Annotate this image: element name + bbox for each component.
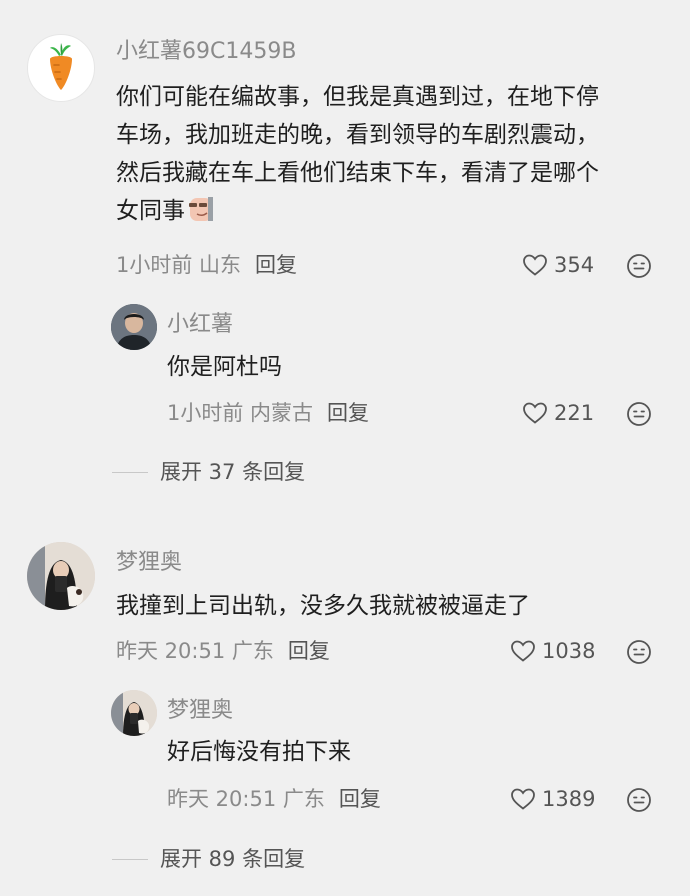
comment-line: 然后我藏在车上看他们结束下车，看清了是哪个 xyxy=(116,160,599,186)
user-photo-icon xyxy=(111,304,157,350)
heart-outline-icon xyxy=(511,788,535,810)
comment-item: 梦狸奥 我撞到上司出轨，没多久我就被被逼走了 昨天 20:51 广东 回复 103… xyxy=(0,530,690,896)
emoji-face-icon xyxy=(627,254,651,278)
like-count: 1038 xyxy=(542,639,596,663)
carrot-icon xyxy=(50,43,72,90)
timestamp-location: 1小时前 山东 xyxy=(116,253,242,277)
reply-button[interactable]: 回复 xyxy=(339,787,381,811)
emoji-face-icon xyxy=(627,640,651,664)
heart-outline-icon xyxy=(523,402,547,424)
like-button[interactable]: 1038 xyxy=(510,638,595,664)
reply-text: 你是阿杜吗 xyxy=(167,354,282,380)
user-photo-icon xyxy=(27,542,95,610)
reply-button[interactable]: 回复 xyxy=(288,639,330,663)
expand-replies-label: 展开 37 条回复 xyxy=(160,460,306,484)
emoji-reaction-button[interactable] xyxy=(626,787,652,813)
comment-meta: 1小时前 山东 回复 xyxy=(116,252,297,278)
username[interactable]: 小红薯69C1459B xyxy=(116,38,296,66)
comment-item: 小红薯69C1459B 你们可能在编故事，但我是真遇到过，在地下停 车场，我加班… xyxy=(0,0,690,500)
like-button[interactable]: 221 xyxy=(522,400,594,426)
reply-avatar[interactable] xyxy=(111,690,157,736)
comment-meta: 昨天 20:51 广东 回复 xyxy=(116,638,330,664)
reply-button[interactable]: 回复 xyxy=(255,253,297,277)
reply-avatar[interactable] xyxy=(111,304,157,350)
heart-outline-icon xyxy=(511,640,535,662)
like-count: 221 xyxy=(554,401,595,425)
comment-line: 你们可能在编故事，但我是真遇到过，在地下停 xyxy=(116,84,599,110)
comment-line-last: 女同事 xyxy=(116,192,599,230)
like-count: 354 xyxy=(554,253,595,277)
user-avatar[interactable] xyxy=(27,34,95,102)
emoji-face-icon xyxy=(627,402,651,426)
divider xyxy=(112,471,148,473)
reply-text: 好后悔没有拍下来 xyxy=(167,739,351,765)
smirk-sticker-emoji-icon xyxy=(187,195,215,223)
like-button[interactable]: 354 xyxy=(522,252,594,278)
timestamp-location: 昨天 20:51 广东 xyxy=(167,787,325,811)
reply-meta: 1小时前 内蒙古 回复 xyxy=(167,400,369,426)
emoji-reaction-button[interactable] xyxy=(626,639,652,665)
comment-line: 车场，我加班走的晚，看到领导的车剧烈震动， xyxy=(116,122,599,148)
expand-replies-label: 展开 89 条回复 xyxy=(160,847,306,871)
like-button[interactable]: 1389 xyxy=(510,786,595,812)
timestamp-location: 1小时前 内蒙古 xyxy=(167,401,314,425)
comment-text: 你们可能在编故事，但我是真遇到过，在地下停 车场，我加班走的晚，看到领导的车剧烈… xyxy=(116,78,599,230)
user-photo-icon xyxy=(111,690,157,736)
timestamp-location: 昨天 20:51 广东 xyxy=(116,639,274,663)
username[interactable]: 梦狸奥 xyxy=(116,549,182,577)
reply-meta: 昨天 20:51 广东 回复 xyxy=(167,786,381,812)
expand-replies-button[interactable]: 展开 37 条回复 xyxy=(112,459,305,485)
comment-text: 我撞到上司出轨，没多久我就被被逼走了 xyxy=(116,593,530,619)
emoji-reaction-button[interactable] xyxy=(626,253,652,279)
emoji-reaction-button[interactable] xyxy=(626,401,652,427)
user-avatar[interactable] xyxy=(27,542,95,610)
reply-username[interactable]: 梦狸奥 xyxy=(167,697,233,725)
reply-button[interactable]: 回复 xyxy=(327,401,369,425)
like-count: 1389 xyxy=(542,787,596,811)
comment-line: 女同事 xyxy=(116,198,185,224)
expand-replies-button[interactable]: 展开 89 条回复 xyxy=(112,846,305,872)
emoji-face-icon xyxy=(627,788,651,812)
heart-outline-icon xyxy=(523,254,547,276)
divider xyxy=(112,858,148,860)
reply-username[interactable]: 小红薯 xyxy=(167,311,233,339)
